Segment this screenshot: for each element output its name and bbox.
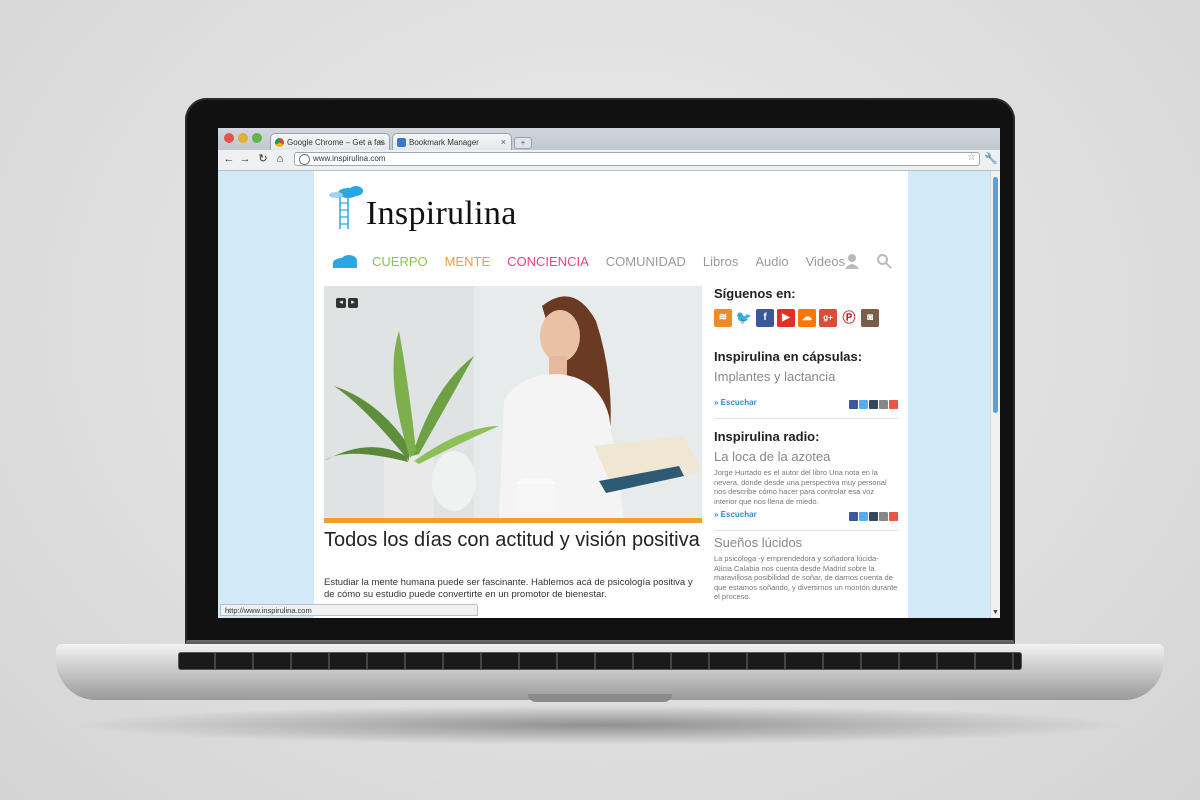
home-cloud-icon[interactable] — [332, 254, 358, 268]
facebook-icon[interactable]: f — [756, 309, 774, 327]
listen-link[interactable]: » Escuchar — [714, 398, 757, 407]
nav-item-mente[interactable]: MENTE — [445, 254, 491, 269]
address-url: www.inspirulina.com — [313, 154, 386, 163]
browser-toolbar: ← → ↻ ⌂ www.inspirulina.com ☆ 🔧 — [218, 150, 1000, 171]
nav-item-audio[interactable]: Audio — [755, 254, 788, 269]
share-tumblr-icon[interactable] — [869, 400, 878, 409]
listen-link[interactable]: » Escuchar — [714, 510, 757, 519]
instagram-icon[interactable]: ◙ — [861, 309, 879, 327]
tab-label: Google Chrome – Get a fas — [287, 138, 385, 147]
new-tab-button[interactable]: + — [514, 137, 532, 149]
suenos-description: La psicóloga -y emprendedora y soñadora … — [714, 554, 898, 601]
reload-icon[interactable]: ↻ — [256, 152, 270, 166]
youtube-icon[interactable]: ▶ — [777, 309, 795, 327]
status-bar: http://www.inspirulina.com — [220, 604, 478, 616]
close-window-button[interactable] — [224, 133, 234, 143]
nav-item-videos[interactable]: Videos — [806, 254, 846, 269]
share-twitter-icon[interactable] — [859, 400, 868, 409]
radio-actions: » Escuchar — [714, 510, 898, 524]
scrollbar-thumb[interactable] — [993, 177, 998, 413]
share-email-icon[interactable] — [879, 512, 888, 521]
tab-bookmark-manager[interactable]: Bookmark Manager × — [392, 133, 512, 150]
nav-item-comunidad[interactable]: COMUNIDAD — [606, 254, 686, 269]
window-controls — [224, 133, 262, 143]
laptop-keyboard — [178, 652, 1022, 670]
vertical-scrollbar[interactable]: ▼ — [990, 171, 1000, 618]
tab-label: Bookmark Manager — [409, 138, 479, 147]
rss-icon[interactable]: ≋ — [714, 309, 732, 327]
share-facebook-icon[interactable] — [849, 400, 858, 409]
slider-next-icon[interactable]: ▸ — [348, 298, 358, 308]
nav-item-libros[interactable]: Libros — [703, 254, 738, 269]
nav-item-cuerpo[interactable]: CUERPO — [372, 254, 428, 269]
woman-reading-illustration — [324, 286, 702, 518]
share-icons — [849, 400, 898, 409]
hero-accent-bar — [324, 518, 702, 523]
back-icon[interactable]: ← — [222, 152, 236, 166]
radio-item[interactable]: La loca de la azotea — [714, 449, 898, 464]
address-bar[interactable]: www.inspirulina.com ☆ — [294, 152, 980, 166]
capsulas-actions: » Escuchar — [714, 398, 898, 412]
scroll-down-arrow-icon[interactable]: ▼ — [992, 609, 999, 616]
twitter-icon[interactable]: 🐦 — [735, 309, 753, 327]
hero-lead: Estudiar la mente humana puede ser fasci… — [324, 577, 693, 600]
pinterest-icon[interactable]: Ⓟ — [840, 309, 858, 327]
laptop-notch — [528, 694, 672, 702]
page-content: Inspirulina CUERPO MENTE CONCIENCIA COMU… — [314, 171, 908, 618]
share-twitter-icon[interactable] — [859, 512, 868, 521]
share-plus-icon[interactable] — [889, 512, 898, 521]
slider-controls: ◂ ▸ — [336, 298, 358, 308]
share-email-icon[interactable] — [879, 400, 888, 409]
home-icon[interactable]: ⌂ — [273, 152, 287, 166]
main-nav: CUERPO MENTE CONCIENCIA COMUNIDAD Libros… — [332, 251, 862, 271]
radio-title: Inspirulina radio: — [714, 429, 820, 444]
globe-icon — [299, 154, 310, 165]
hero-image[interactable]: ◂ ▸ — [324, 286, 702, 518]
forward-icon[interactable]: → — [238, 152, 252, 166]
divider — [714, 418, 898, 419]
social-icons: ≋ 🐦 f ▶ ☁ g+ Ⓟ ◙ — [714, 309, 898, 327]
search-icon[interactable] — [876, 253, 892, 269]
wrench-icon[interactable]: 🔧 — [984, 152, 998, 165]
chrome-icon — [275, 138, 284, 147]
tab-google-chrome[interactable]: Google Chrome – Get a fas × — [270, 133, 390, 150]
zoom-window-button[interactable] — [252, 133, 262, 143]
hero-headline[interactable]: Todos los días con actitud y visión posi… — [324, 529, 702, 552]
slider-prev-icon[interactable]: ◂ — [336, 298, 346, 308]
close-tab-icon[interactable]: × — [501, 134, 506, 150]
browser-window: Google Chrome – Get a fas × Bookmark Man… — [218, 128, 1000, 618]
bookmark-star-icon[interactable]: ☆ — [967, 152, 976, 163]
share-plus-icon[interactable] — [889, 400, 898, 409]
minimize-window-button[interactable] — [238, 133, 248, 143]
google-plus-icon[interactable]: g+ — [819, 309, 837, 327]
share-tumblr-icon[interactable] — [869, 512, 878, 521]
suenos-title[interactable]: Sueños lúcidos — [714, 535, 898, 550]
capsulas-item[interactable]: Implantes y lactancia — [714, 369, 898, 384]
follow-title: Síguenos en: — [714, 286, 796, 301]
sidebar: Síguenos en: ≋ 🐦 f ▶ ☁ g+ Ⓟ ◙ Inspirulin… — [714, 286, 898, 602]
divider — [714, 530, 898, 531]
laptop-shadow — [70, 705, 1130, 745]
bookmark-star-icon — [397, 138, 406, 147]
share-icons — [849, 512, 898, 521]
radio-description: Jorge Hurtado es el autor del libro Una … — [714, 468, 887, 506]
tab-strip: Google Chrome – Get a fas × Bookmark Man… — [218, 128, 1000, 150]
soundcloud-icon[interactable]: ☁ — [798, 309, 816, 327]
capsulas-title: Inspirulina en cápsulas: — [714, 349, 863, 364]
nav-item-conciencia[interactable]: CONCIENCIA — [507, 254, 589, 269]
user-icon[interactable] — [844, 253, 860, 269]
nav-tools — [844, 253, 892, 269]
share-facebook-icon[interactable] — [849, 512, 858, 521]
page-viewport: Inspirulina CUERPO MENTE CONCIENCIA COMU… — [218, 171, 990, 618]
site-logo[interactable]: Inspirulina — [366, 195, 517, 233]
close-tab-icon[interactable]: × — [379, 134, 384, 150]
